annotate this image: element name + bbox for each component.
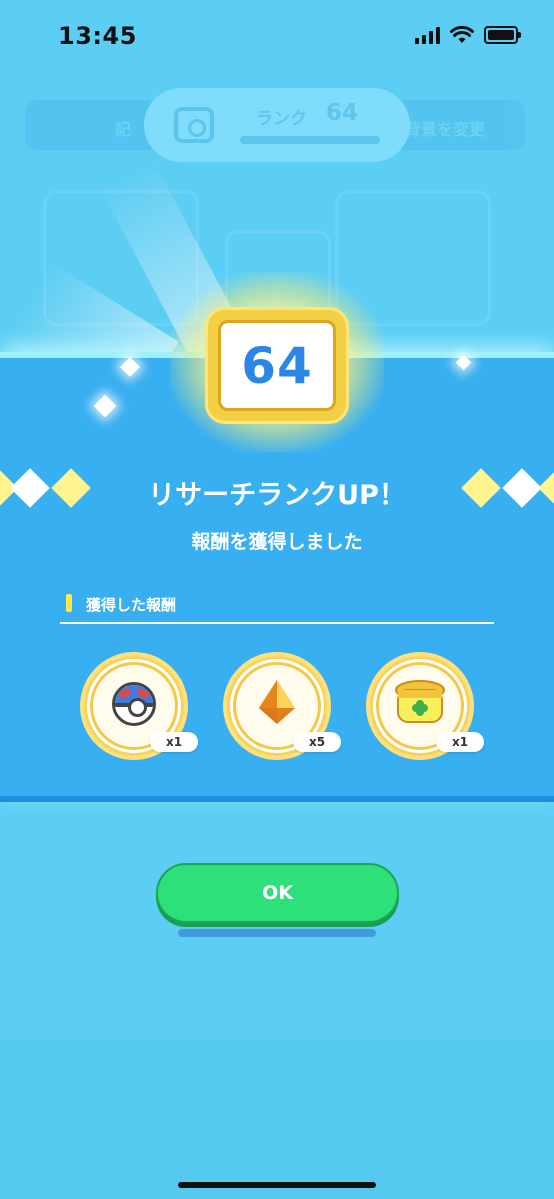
ok-button-shadow — [178, 929, 376, 937]
gem-icon — [257, 678, 297, 726]
ball-icon — [112, 682, 156, 726]
rank-badge-number: 64 — [241, 336, 313, 395]
rank-progress-bar — [240, 136, 380, 144]
reward-item[interactable]: x5 — [227, 656, 341, 756]
signal-icon — [415, 26, 440, 44]
status-icons — [415, 26, 521, 44]
reward-count: x5 — [293, 732, 341, 752]
incense-pot-icon — [392, 678, 448, 730]
rank-value: 64 — [326, 100, 359, 126]
status-time: 13:45 — [58, 22, 137, 50]
rank-badge: 64 — [205, 307, 349, 424]
camera-icon — [174, 107, 214, 143]
reward-subtitle: 報酬を獲得しました — [191, 531, 363, 553]
ok-button[interactable]: OK — [156, 863, 399, 923]
background-left-text: 記 — [115, 120, 132, 139]
lower-background — [0, 1040, 554, 1199]
reward-count: x1 — [150, 732, 198, 752]
background-change-text: 背景を変更 — [404, 120, 485, 139]
reward-item[interactable]: x1 — [370, 656, 484, 756]
rank-up-title: リサーチランクUP！ — [148, 480, 406, 511]
rank-pill: ランク 64 — [144, 88, 410, 162]
wifi-icon — [450, 26, 474, 43]
rewards-section-title: 獲得した報酬 — [86, 596, 177, 614]
reward-item[interactable]: x1 — [84, 656, 198, 756]
reward-count: x1 — [436, 732, 484, 752]
section-marker — [66, 594, 72, 612]
rank-label: ランク — [256, 109, 307, 129]
rewards-section-header: 獲得した報酬 — [60, 592, 494, 624]
battery-icon — [484, 26, 521, 44]
home-indicator[interactable] — [178, 1182, 376, 1188]
